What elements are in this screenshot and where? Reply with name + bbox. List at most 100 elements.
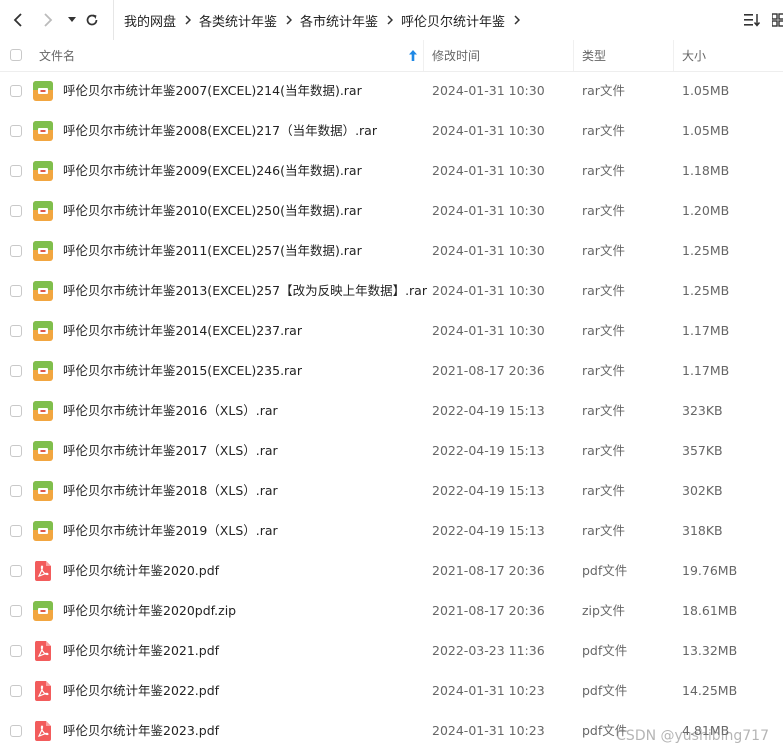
column-header-type[interactable]: 类型 (582, 40, 606, 71)
pdf-file-icon (33, 681, 53, 701)
file-size: 357KB (682, 443, 723, 458)
refresh-icon[interactable] (82, 10, 102, 30)
file-row[interactable]: 呼伦贝尔市统计年鉴2011(EXCEL)257(当年数据).rar 2024-01… (0, 231, 783, 271)
file-row[interactable]: 呼伦贝尔市统计年鉴2018（XLS）.rar 2022-04-19 15:13 ra… (0, 471, 783, 511)
file-row[interactable]: 呼伦贝尔市统计年鉴2014(EXCEL)237.rar 2024-01-31 10… (0, 311, 783, 351)
file-name[interactable]: 呼伦贝尔市统计年鉴2008(EXCEL)217（当年数据）.rar (63, 111, 377, 151)
breadcrumb-item-current-folder[interactable]: 呼伦贝尔统计年鉴 (401, 11, 505, 30)
file-size: 19.76MB (682, 563, 738, 578)
breadcrumb-item-my-drive[interactable]: 我的网盘 (124, 11, 176, 30)
row-checkbox[interactable] (10, 205, 22, 217)
file-modified-time: 2024-01-31 10:30 (432, 123, 545, 138)
file-modified-time: 2024-01-31 10:23 (432, 723, 545, 738)
file-type: rar文件 (582, 363, 625, 378)
row-checkbox[interactable] (10, 685, 22, 697)
history-dropdown-icon[interactable] (62, 10, 82, 30)
file-modified-time: 2022-04-19 15:13 (432, 403, 545, 418)
file-row[interactable]: 呼伦贝尔市统计年鉴2009(EXCEL)246(当年数据).rar 2024-01… (0, 151, 783, 191)
file-row[interactable]: 呼伦贝尔市统计年鉴2019（XLS）.rar 2022-04-19 15:13 ra… (0, 511, 783, 551)
file-size: 1.20MB (682, 203, 730, 218)
file-modified-time: 2021-08-17 20:36 (432, 563, 545, 578)
file-name[interactable]: 呼伦贝尔市统计年鉴2010(EXCEL)250(当年数据).rar (63, 191, 362, 231)
file-name[interactable]: 呼伦贝尔市统计年鉴2017（XLS）.rar (63, 431, 278, 471)
file-row[interactable]: 呼伦贝尔统计年鉴2021.pdf 2022-03-23 11:36 pdf文件 13.… (0, 631, 783, 671)
row-checkbox[interactable] (10, 485, 22, 497)
column-divider[interactable] (673, 40, 674, 71)
row-checkbox[interactable] (10, 565, 22, 577)
row-checkbox[interactable] (10, 525, 22, 537)
file-name[interactable]: 呼伦贝尔市统计年鉴2019（XLS）.rar (63, 511, 278, 551)
row-checkbox[interactable] (10, 325, 22, 337)
breadcrumb-item-statistical-yearbooks[interactable]: 各类统计年鉴 (199, 11, 277, 30)
file-modified-time: 2024-01-31 10:30 (432, 83, 545, 98)
file-row[interactable]: 呼伦贝尔统计年鉴2022.pdf 2024-01-31 10:23 pdf文件 14.… (0, 671, 783, 711)
file-size: 1.17MB (682, 363, 730, 378)
file-type: rar文件 (582, 163, 625, 178)
file-row[interactable]: 呼伦贝尔统计年鉴2020pdf.zip 2021-08-17 20:36 zip文件… (0, 591, 783, 631)
forward-arrow-icon[interactable] (38, 10, 58, 30)
file-name[interactable]: 呼伦贝尔统计年鉴2022.pdf (63, 671, 219, 711)
breadcrumb-item-city-yearbooks[interactable]: 各市统计年鉴 (300, 11, 378, 30)
sort-ascending-icon[interactable] (409, 40, 417, 71)
file-name[interactable]: 呼伦贝尔市统计年鉴2018（XLS）.rar (63, 471, 278, 511)
file-name[interactable]: 呼伦贝尔市统计年鉴2011(EXCEL)257(当年数据).rar (63, 231, 362, 271)
file-size: 1.25MB (682, 283, 730, 298)
archive-file-icon (33, 521, 53, 541)
file-row[interactable]: 呼伦贝尔市统计年鉴2017（XLS）.rar 2022-04-19 15:13 ra… (0, 431, 783, 471)
archive-file-icon (33, 361, 53, 381)
file-type: rar文件 (582, 323, 625, 338)
archive-file-icon (33, 281, 53, 301)
file-name[interactable]: 呼伦贝尔市统计年鉴2007(EXCEL)214(当年数据).rar (63, 71, 362, 111)
file-modified-time: 2024-01-31 10:23 (432, 683, 545, 698)
file-size: 14.25MB (682, 683, 738, 698)
file-modified-time: 2024-01-31 10:30 (432, 323, 545, 338)
file-row[interactable]: 呼伦贝尔市统计年鉴2008(EXCEL)217（当年数据）.rar 2024-01… (0, 111, 783, 151)
select-all-checkbox[interactable] (10, 49, 22, 61)
sort-order-icon[interactable] (744, 12, 761, 31)
file-row[interactable]: 呼伦贝尔市统计年鉴2016（XLS）.rar 2022-04-19 15:13 ra… (0, 391, 783, 431)
file-name[interactable]: 呼伦贝尔市统计年鉴2016（XLS）.rar (63, 391, 278, 431)
row-checkbox[interactable] (10, 725, 22, 737)
grid-view-icon[interactable] (771, 12, 783, 31)
row-checkbox[interactable] (10, 245, 22, 257)
row-checkbox[interactable] (10, 125, 22, 137)
file-type: rar文件 (582, 483, 625, 498)
column-header-size[interactable]: 大小 (682, 40, 706, 71)
file-name[interactable]: 呼伦贝尔统计年鉴2020.pdf (63, 551, 219, 591)
row-checkbox[interactable] (10, 445, 22, 457)
row-checkbox[interactable] (10, 285, 22, 297)
navigation-bar: 我的网盘 各类统计年鉴 各市统计年鉴 呼伦贝尔统计年鉴 (0, 0, 783, 40)
row-checkbox[interactable] (10, 85, 22, 97)
row-checkbox[interactable] (10, 605, 22, 617)
chevron-right-icon (514, 15, 521, 25)
file-type: rar文件 (582, 403, 625, 418)
row-checkbox[interactable] (10, 405, 22, 417)
file-name[interactable]: 呼伦贝尔市统计年鉴2014(EXCEL)237.rar (63, 311, 302, 351)
file-name[interactable]: 呼伦贝尔统计年鉴2021.pdf (63, 631, 219, 671)
row-checkbox[interactable] (10, 645, 22, 657)
file-name[interactable]: 呼伦贝尔统计年鉴2020pdf.zip (63, 591, 236, 631)
column-header-modified[interactable]: 修改时间 (432, 40, 480, 71)
column-divider[interactable] (573, 40, 574, 71)
file-type: rar文件 (582, 83, 625, 98)
file-row[interactable]: 呼伦贝尔市统计年鉴2007(EXCEL)214(当年数据).rar 2024-01… (0, 71, 783, 111)
file-type: pdf文件 (582, 563, 628, 578)
row-checkbox[interactable] (10, 165, 22, 177)
breadcrumb: 我的网盘 各类统计年鉴 各市统计年鉴 呼伦贝尔统计年鉴 (113, 0, 528, 40)
file-name[interactable]: 呼伦贝尔市统计年鉴2015(EXCEL)235.rar (63, 351, 302, 391)
file-row[interactable]: 呼伦贝尔市统计年鉴2013(EXCEL)257【改为反映上年数据】.rar 202… (0, 271, 783, 311)
column-divider[interactable] (423, 40, 424, 71)
pdf-file-icon (33, 641, 53, 661)
file-size: 18.61MB (682, 603, 738, 618)
archive-file-icon (33, 601, 53, 621)
file-row[interactable]: 呼伦贝尔市统计年鉴2010(EXCEL)250(当年数据).rar 2024-01… (0, 191, 783, 231)
file-row[interactable]: 呼伦贝尔统计年鉴2020.pdf 2021-08-17 20:36 pdf文件 19.… (0, 551, 783, 591)
file-name[interactable]: 呼伦贝尔市统计年鉴2013(EXCEL)257【改为反映上年数据】.rar (63, 271, 427, 311)
row-checkbox[interactable] (10, 365, 22, 377)
file-row[interactable]: 呼伦贝尔市统计年鉴2015(EXCEL)235.rar 2021-08-17 20… (0, 351, 783, 391)
column-header-name[interactable]: 文件名 (39, 40, 75, 71)
file-name[interactable]: 呼伦贝尔市统计年鉴2009(EXCEL)246(当年数据).rar (63, 151, 362, 191)
back-arrow-icon[interactable] (8, 10, 28, 30)
archive-file-icon (33, 441, 53, 461)
file-name[interactable]: 呼伦贝尔统计年鉴2023.pdf (63, 711, 219, 751)
